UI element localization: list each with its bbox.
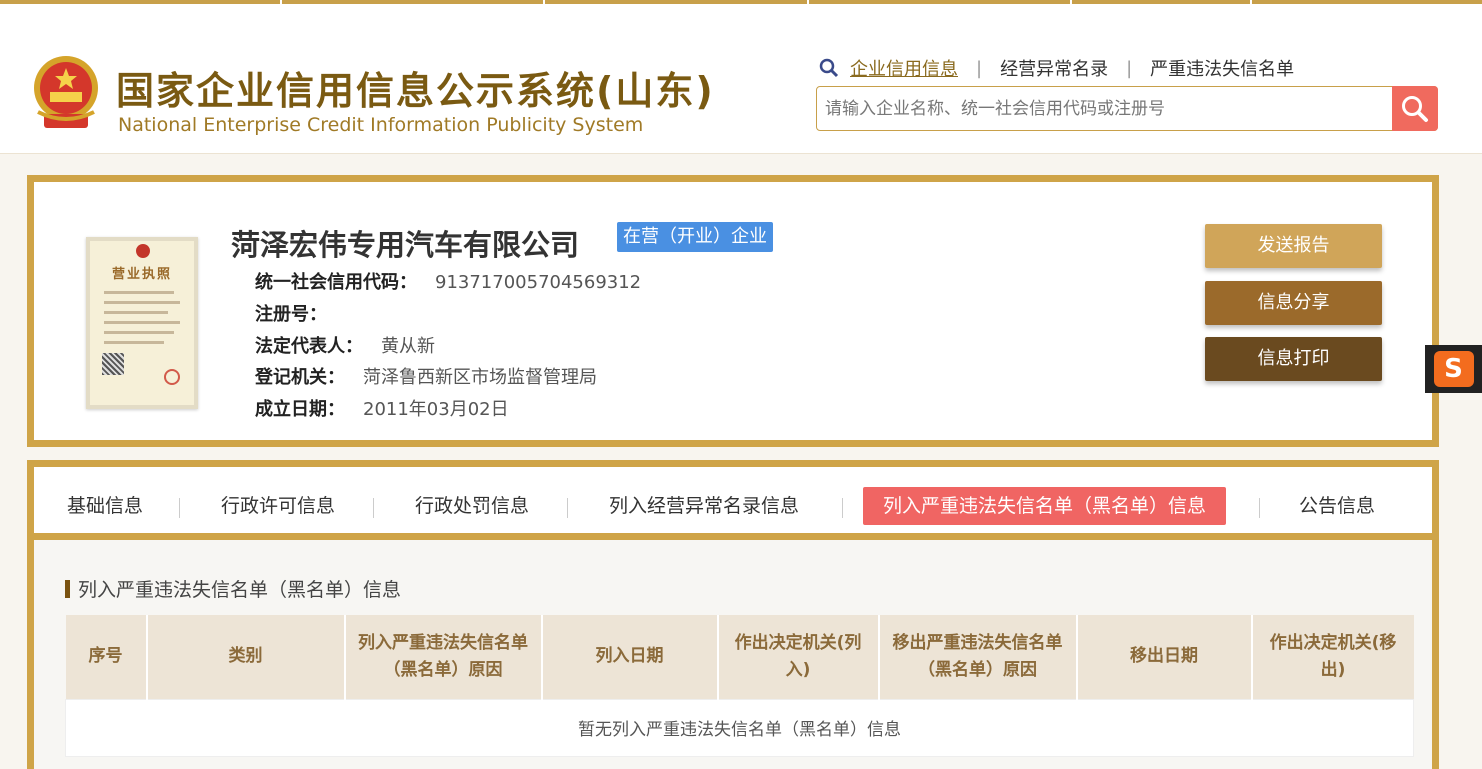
link-enterprise-credit[interactable]: 企业信用信息 bbox=[850, 55, 958, 81]
blacklist-table: 序号 类别 列入严重违法失信名单（黑名单）原因 列入日期 作出决定机关(列入) … bbox=[65, 615, 1414, 757]
license-text-line bbox=[104, 291, 174, 294]
search-icon bbox=[1402, 95, 1428, 122]
print-info-button[interactable]: 信息打印 bbox=[1205, 337, 1382, 381]
column-header: 列入严重违法失信名单（黑名单）原因 bbox=[344, 615, 543, 699]
site-header: 国家企业信用信息公示系统(山东) National Enterprise Cre… bbox=[0, 4, 1482, 154]
qr-code bbox=[102, 353, 124, 375]
license-text-line bbox=[104, 321, 180, 324]
column-header: 类别 bbox=[146, 615, 346, 699]
section-title: 列入严重违法失信名单（黑名单）信息 bbox=[65, 575, 401, 602]
column-header: 作出决定机关(移出) bbox=[1251, 615, 1414, 699]
company-name: 菏泽宏伟专用汽车有限公司 bbox=[231, 228, 580, 262]
send-report-button[interactable]: 发送报告 bbox=[1205, 224, 1382, 268]
field-value: 2011年03月02日 bbox=[363, 399, 509, 420]
official-seal bbox=[164, 369, 180, 385]
license-text-line bbox=[104, 331, 174, 334]
tab-separator bbox=[567, 498, 568, 518]
table-header-row: 序号 类别 列入严重违法失信名单（黑名单）原因 列入日期 作出决定机关(列入) … bbox=[65, 615, 1414, 699]
tab-separator bbox=[842, 498, 843, 518]
info-row-legal-rep: 法定代表人： 黄从新 bbox=[255, 332, 435, 358]
status-badge: 在营（开业）企业 bbox=[617, 222, 773, 252]
tab-blacklist[interactable]: 列入严重违法失信名单（黑名单）信息 bbox=[863, 487, 1227, 525]
column-header: 列入日期 bbox=[541, 615, 719, 699]
tab-separator bbox=[373, 498, 374, 518]
field-label: 统一社会信用代码： bbox=[255, 272, 417, 293]
national-emblem-icon bbox=[34, 56, 98, 128]
tab-abnormal-list[interactable]: 列入经营异常名录信息 bbox=[609, 487, 799, 525]
license-text-line bbox=[104, 341, 164, 344]
tab-separator bbox=[1259, 498, 1260, 518]
field-label: 成立日期： bbox=[255, 399, 345, 420]
tab-separator bbox=[179, 498, 180, 518]
info-row-credit-code: 统一社会信用代码： 913717005704569312 bbox=[255, 268, 641, 294]
field-label: 注册号： bbox=[255, 304, 327, 325]
license-title: 营业执照 bbox=[111, 267, 172, 282]
link-abnormal-list[interactable]: 经营异常名录 bbox=[1000, 55, 1108, 81]
tab-announcements[interactable]: 公告信息 bbox=[1299, 487, 1375, 525]
tab-admin-license[interactable]: 行政许可信息 bbox=[221, 487, 335, 525]
info-row-established: 成立日期： 2011年03月02日 bbox=[255, 395, 509, 421]
info-row-authority: 登记机关： 菏泽鲁西新区市场监督管理局 bbox=[255, 363, 597, 389]
sogou-ime-widget[interactable]: S bbox=[1425, 345, 1482, 393]
company-card: 营业执照 菏泽宏伟专用汽车有限公司 在营（开业）企业 统一社会信用代码： 9137… bbox=[27, 175, 1439, 447]
column-header: 序号 bbox=[65, 615, 148, 699]
license-text-line bbox=[104, 301, 180, 304]
sogou-icon: S bbox=[1433, 351, 1474, 387]
tab-bar: 基础信息 行政许可信息 行政处罚信息 列入经营异常名录信息 列入严重违法失信名单… bbox=[34, 467, 1432, 540]
field-value: 黄从新 bbox=[381, 336, 435, 357]
search-category-links: 企业信用信息 | 经营异常名录 | 严重违法失信名单 bbox=[818, 56, 1294, 80]
link-separator: | bbox=[1126, 57, 1133, 79]
table-row: 暂无列入严重违法失信名单（黑名单）信息 bbox=[65, 698, 1414, 757]
tab-admin-penalty[interactable]: 行政处罚信息 bbox=[415, 487, 529, 525]
link-separator: | bbox=[976, 57, 983, 79]
field-label: 登记机关： bbox=[255, 367, 345, 388]
column-header: 移出日期 bbox=[1076, 615, 1253, 699]
field-value: 菏泽鲁西新区市场监督管理局 bbox=[363, 367, 597, 388]
license-text-line bbox=[104, 311, 168, 314]
search-button[interactable] bbox=[1392, 86, 1438, 131]
info-panel: 基础信息 行政许可信息 行政处罚信息 列入经营异常名录信息 列入严重违法失信名单… bbox=[27, 460, 1439, 769]
info-row-reg-number: 注册号： bbox=[255, 300, 345, 326]
link-blacklist[interactable]: 严重违法失信名单 bbox=[1150, 55, 1294, 81]
tab-basic-info[interactable]: 基础信息 bbox=[67, 487, 143, 525]
search-input[interactable] bbox=[825, 95, 1385, 123]
field-label: 法定代表人： bbox=[255, 336, 363, 357]
empty-state-text: 暂无列入严重违法失信名单（黑名单）信息 bbox=[65, 698, 1414, 757]
column-header: 移出严重违法失信名单（黑名单）原因 bbox=[878, 615, 1078, 699]
site-title: 国家企业信用信息公示系统(山东) bbox=[116, 69, 715, 113]
license-emblem bbox=[136, 244, 150, 258]
share-info-button[interactable]: 信息分享 bbox=[1205, 281, 1382, 325]
column-header: 作出决定机关(列入) bbox=[717, 615, 880, 699]
search-box bbox=[816, 86, 1438, 131]
search-icon bbox=[819, 58, 839, 78]
field-value: 913717005704569312 bbox=[435, 272, 642, 293]
business-license-image[interactable]: 营业执照 bbox=[86, 237, 198, 409]
site-subtitle: National Enterprise Credit Information P… bbox=[118, 114, 644, 136]
